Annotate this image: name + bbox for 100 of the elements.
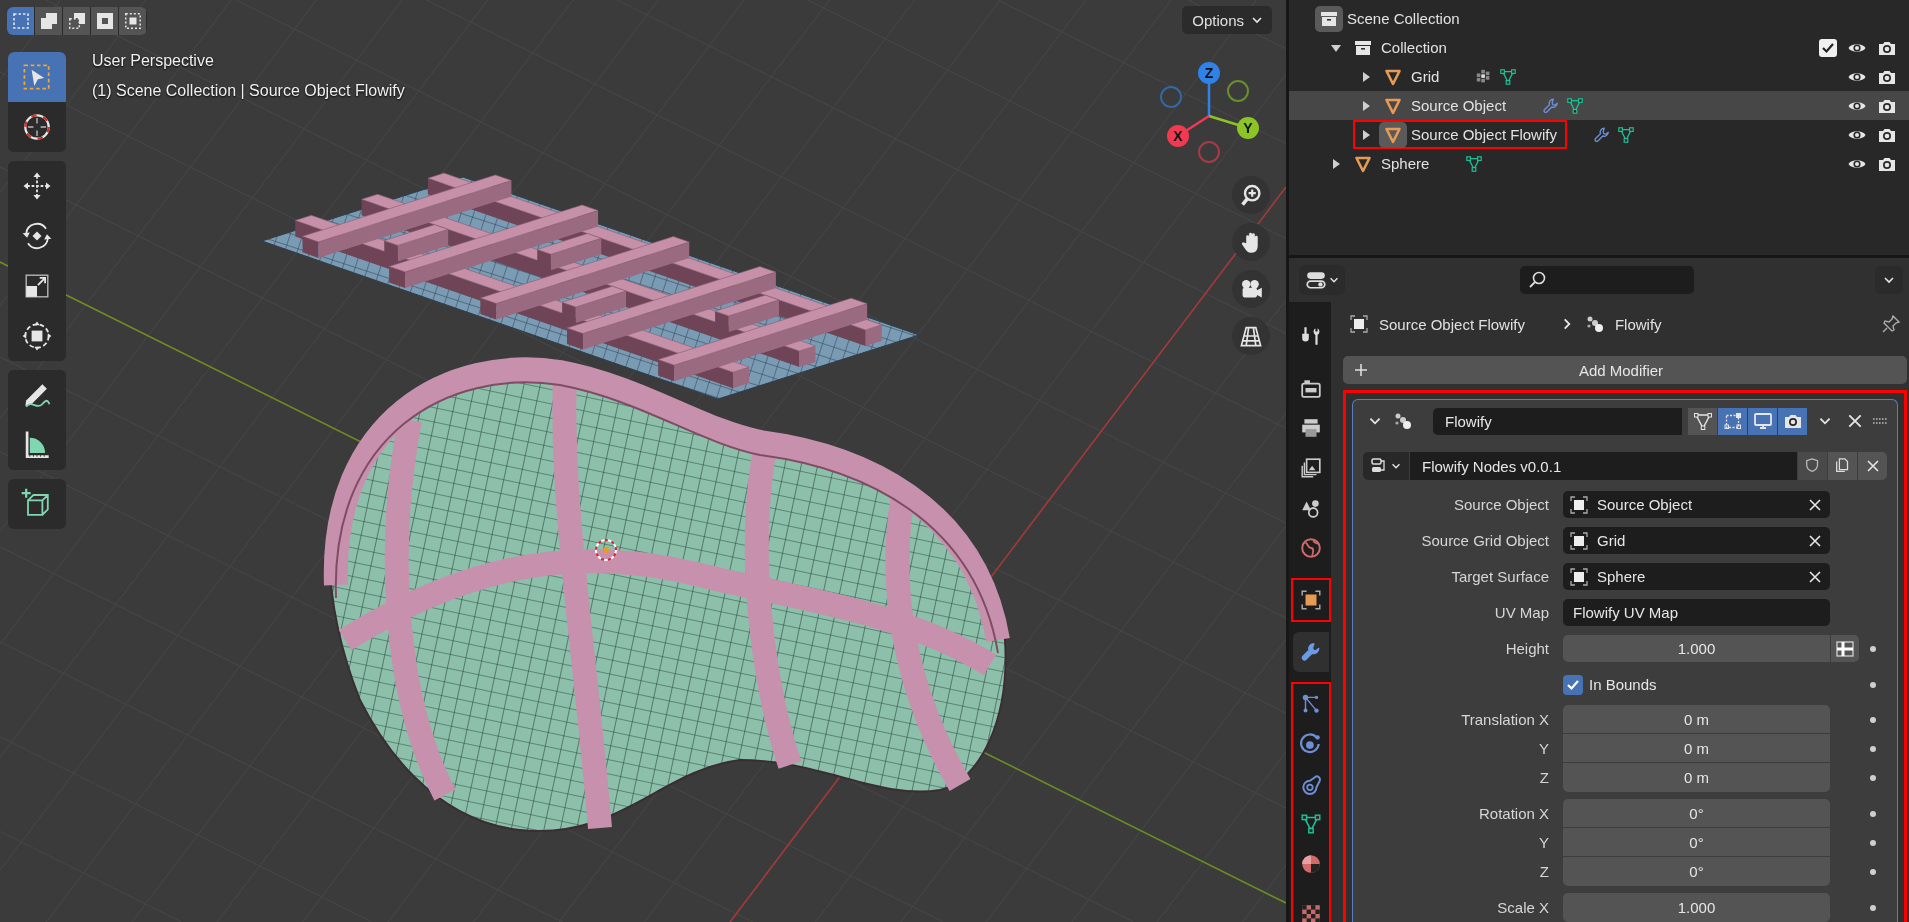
- field-label: Target Surface: [1450, 568, 1550, 585]
- options-dropdown[interactable]: Options: [1182, 6, 1272, 34]
- dropdown-button[interactable]: [1875, 266, 1903, 294]
- axis-handle[interactable]: Z: [1198, 62, 1220, 116]
- add-modifier-button[interactable]: Add Modifier: [1343, 356, 1907, 384]
- field-label: UV Map: [1493, 604, 1550, 621]
- outliner-item-name[interactable]: Source Object: [1411, 97, 1507, 114]
- checkbox-label: In Bounds: [1589, 676, 1657, 693]
- outliner-item-name[interactable]: Scene Collection: [1347, 10, 1460, 27]
- axis-handle[interactable]: X: [1167, 114, 1210, 147]
- keyframe-dot[interactable]: [1870, 645, 1876, 652]
- number-field[interactable]: 0 m: [1563, 705, 1830, 734]
- search-field[interactable]: [1520, 266, 1694, 294]
- node-group-button[interactable]: [1363, 452, 1409, 480]
- number-field[interactable]: 1.000: [1563, 635, 1830, 662]
- editor-type-button[interactable]: [1299, 265, 1345, 295]
- selection-mode-button[interactable]: [63, 7, 91, 35]
- image-stack-icon: [1300, 457, 1322, 479]
- keyframe-dot[interactable]: [1870, 810, 1876, 817]
- toggles-icon: [1304, 269, 1327, 291]
- expand-arrow-icon: [1330, 157, 1342, 170]
- 3d-cursor-icon: [595, 539, 617, 561]
- view-name: User Perspective: [92, 52, 215, 70]
- modifier-toggle-button[interactable]: [1748, 407, 1777, 435]
- outliner-row[interactable]: Source Object: [1289, 91, 1909, 120]
- dashed-square-icon: [122, 11, 143, 31]
- grid-icon: [1239, 324, 1263, 348]
- attribute-toggle-button[interactable]: [1830, 635, 1859, 662]
- view-info: (1) Scene Collection | Source Object Flowify: [92, 82, 405, 100]
- orbit-icon: [1300, 733, 1322, 755]
- modifier-name-field[interactable]: Flowify: [1433, 407, 1682, 435]
- close-icon: [1808, 497, 1822, 512]
- close-icon: [1808, 569, 1822, 584]
- close-icon: [1847, 413, 1863, 429]
- checkbox[interactable]: [1819, 38, 1837, 57]
- text-field[interactable]: Flowify UV Map: [1563, 599, 1830, 626]
- keyframe-dot[interactable]: [1870, 716, 1876, 723]
- particles-icon: [1393, 411, 1413, 431]
- table-icon: [1835, 638, 1855, 659]
- keyframe-dot[interactable]: [1870, 745, 1876, 752]
- navigation-button[interactable]: [1232, 223, 1270, 261]
- object-field[interactable]: Grid: [1563, 527, 1830, 554]
- keyframe-dot[interactable]: [1870, 904, 1876, 911]
- navigation-button[interactable]: [1232, 317, 1270, 355]
- dashed-square-icon: [10, 11, 31, 31]
- modifier-toggle-button[interactable]: [1718, 407, 1747, 435]
- number-field[interactable]: 1.000: [1563, 893, 1830, 922]
- wrench-icon: [1300, 641, 1322, 663]
- axis-handle[interactable]: Y: [1208, 114, 1259, 139]
- outliner-item-name[interactable]: Sphere: [1381, 155, 1430, 172]
- navigation-button[interactable]: [1232, 176, 1270, 214]
- drag-handle-icon: [1873, 418, 1887, 424]
- unlink-button[interactable]: [1858, 452, 1887, 480]
- outliner-item-name[interactable]: Collection: [1381, 39, 1447, 56]
- outliner-item-name[interactable]: Grid: [1411, 68, 1440, 85]
- overlapping-squares-icon: [94, 11, 115, 31]
- material-ball-icon: [1300, 853, 1322, 875]
- pin-button[interactable]: [1881, 314, 1901, 334]
- checkbox[interactable]: [1563, 674, 1583, 695]
- object-field[interactable]: Sphere: [1563, 563, 1830, 590]
- scene-icon: [1300, 497, 1322, 519]
- keyframe-dot[interactable]: [1870, 839, 1876, 846]
- number-field[interactable]: 0°: [1563, 857, 1830, 886]
- field-label: Y: [1538, 740, 1550, 757]
- breadcrumb-object: Source Object Flowify: [1379, 315, 1525, 333]
- keyframe-dot[interactable]: [1870, 774, 1876, 781]
- selection-mode-button[interactable]: [91, 7, 119, 35]
- monitor-icon: [1752, 411, 1773, 431]
- object-square-icon: [1569, 566, 1589, 587]
- node-group-field[interactable]: Flowify Nodes v0.0.1: [1410, 452, 1797, 480]
- selection-mode-button[interactable]: [119, 7, 147, 35]
- printer-icon: [1300, 417, 1322, 439]
- field-label: Height: [1504, 640, 1550, 657]
- mesh-data-icon: [1616, 125, 1635, 144]
- duplicate-button[interactable]: [1828, 452, 1857, 480]
- number-field[interactable]: 0 m: [1563, 734, 1830, 763]
- axis-handle[interactable]: [1198, 141, 1220, 163]
- expand-arrow-icon: [1360, 70, 1372, 83]
- outliner-item-name[interactable]: Source Object Flowify: [1411, 126, 1557, 143]
- modifier-toggle-button[interactable]: [1778, 407, 1807, 435]
- selection-mode-button[interactable]: [7, 7, 35, 35]
- keyframe-dot[interactable]: [1870, 681, 1876, 688]
- mesh-data-icon: [1566, 96, 1585, 115]
- fake-user-button[interactable]: [1798, 452, 1827, 480]
- close-icon: [1808, 533, 1822, 548]
- modifier-toggle-button[interactable]: [1688, 407, 1717, 435]
- number-field[interactable]: 0 m: [1563, 763, 1830, 792]
- field-label: Y: [1538, 834, 1550, 851]
- mesh-data-icon: [1499, 67, 1518, 86]
- navigation-button[interactable]: [1232, 270, 1270, 308]
- number-field[interactable]: 0°: [1563, 828, 1830, 857]
- object-field[interactable]: Source Object: [1563, 491, 1830, 518]
- field-label: Source Grid Object: [1420, 532, 1550, 549]
- field-label: Rotation X: [1477, 805, 1550, 822]
- expand-arrow-icon: [1360, 128, 1372, 141]
- selection-mode-button[interactable]: [35, 7, 63, 35]
- axis-handle[interactable]: [1227, 80, 1249, 102]
- number-field[interactable]: 0°: [1563, 799, 1830, 828]
- keyframe-dot[interactable]: [1870, 868, 1876, 875]
- axis-handle[interactable]: [1160, 86, 1182, 108]
